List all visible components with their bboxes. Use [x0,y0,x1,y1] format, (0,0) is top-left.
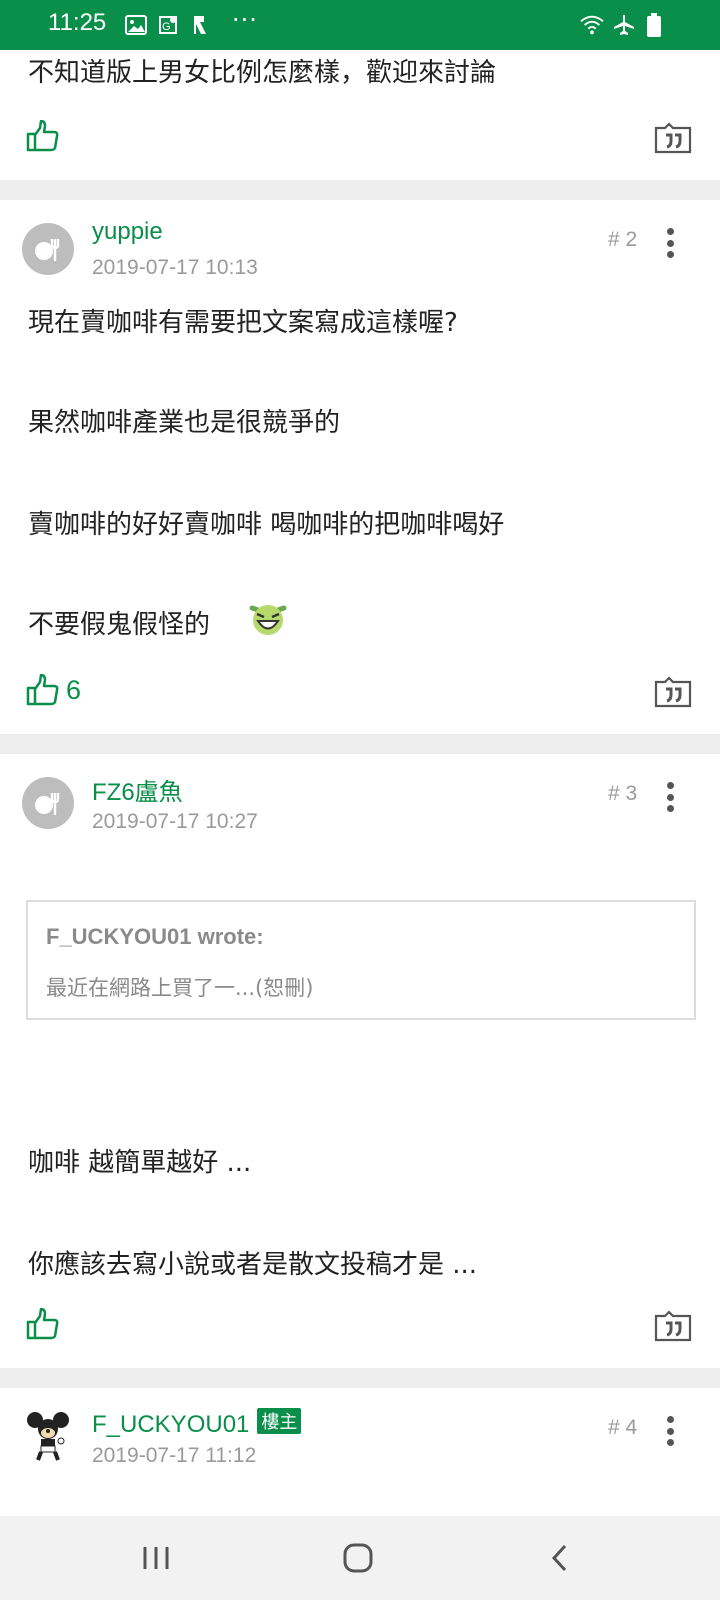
quote-reply-button[interactable] [654,1310,692,1346]
default-avatar-icon [35,793,60,815]
more-options-button[interactable] [664,228,676,258]
maps-icon: G [156,13,180,37]
app-icon [188,13,212,37]
system-navigation-bar [0,1516,720,1600]
post-card-4: F_UCKYOU01 樓主 2019-07-17 11:12 # 4 [0,1388,720,1516]
post-feed[interactable]: 不知道版上男女比例怎麼樣，歡迎來討論 yuppie 2019-07-17 10:… [0,50,720,1516]
quote-reply-icon [654,1310,692,1342]
recent-apps-button[interactable] [136,1538,176,1578]
post-text-line: 咖啡 越簡單越好 ... [28,1148,252,1178]
thumbs-up-icon [26,1308,59,1340]
floor-number: # 3 [608,782,638,805]
avatar[interactable] [22,777,74,829]
quote-reply-button[interactable] [654,122,692,158]
back-icon [551,1544,567,1572]
post-card-1: 不知道版上男女比例怎麼樣，歡迎來討論 [0,50,720,180]
more-options-button[interactable] [664,1416,676,1446]
thumbs-up-icon [26,120,59,152]
post-text-line: 不知道版上男女比例怎麼樣，歡迎來討論 [28,58,497,88]
quote-reply-icon [654,122,692,154]
svg-text:G: G [162,21,171,33]
cartoon-mouse-avatar-icon [27,1412,69,1461]
post-text-line: 果然咖啡產業也是很競爭的 [28,408,341,438]
status-time: 11:25 [48,9,107,36]
recent-apps-icon [143,1547,169,1569]
default-avatar-icon [35,239,60,261]
home-icon [343,1543,373,1573]
op-badge: 樓主 [257,1408,302,1434]
avatar[interactable] [22,223,74,275]
post-text-line: 現在賣咖啡有需要把文案寫成這樣喔? [28,308,458,338]
thumbs-up-icon [26,674,59,706]
home-button[interactable] [338,1538,378,1578]
like-button[interactable]: 6 [26,674,81,706]
author-name-text: F_UCKYOU01 [92,1411,250,1438]
battery-icon [642,13,666,37]
post-text-line: 賣咖啡的好好賣咖啡 喝咖啡的把咖啡喝好 [28,510,505,540]
more-options-button[interactable] [664,782,676,812]
like-button[interactable] [26,120,66,152]
more-notifications-icon: ··· [232,6,258,34]
post-time: 2019-07-17 11:12 [92,1444,257,1467]
quote-reply-button[interactable] [654,676,692,712]
avatar[interactable] [22,1410,74,1462]
quote-author: F_UCKYOU01 wrote: [46,924,264,949]
like-button[interactable] [26,1308,66,1340]
back-button[interactable] [540,1538,580,1578]
author-name[interactable]: F_UCKYOU01 樓主 [92,1408,302,1439]
airplane-icon [612,13,636,37]
post-card-3: FZ6盧魚 2019-07-17 10:27 # 3 F_UCKYOU01 wr… [0,754,720,1368]
post-card-2: yuppie 2019-07-17 10:13 # 2 現在賣咖啡有需要把文案寫… [0,200,720,734]
quote-text: 最近在網路上買了一...(恕刪) [46,976,314,1000]
author-name[interactable]: FZ6盧魚 [92,772,183,807]
quoted-reply[interactable]: F_UCKYOU01 wrote: 最近在網路上買了一...(恕刪) [26,900,696,1020]
post-time: 2019-07-17 10:13 [92,256,258,279]
post-text-line: 你應該去寫小說或者是散文投稿才是 ... [28,1250,478,1280]
floor-number: # 2 [608,228,638,251]
floor-number: # 4 [608,1416,638,1439]
like-count: 6 [66,674,82,705]
author-name[interactable]: yuppie [92,218,163,246]
laughing-emoji-icon [248,598,288,642]
status-bar: 11:25 G ··· [0,0,720,50]
post-text-line: 不要假鬼假怪的 [28,610,211,640]
wifi-icon [580,13,604,37]
gallery-icon [124,13,148,37]
post-time: 2019-07-17 10:27 [92,810,258,833]
quote-reply-icon [654,676,692,708]
